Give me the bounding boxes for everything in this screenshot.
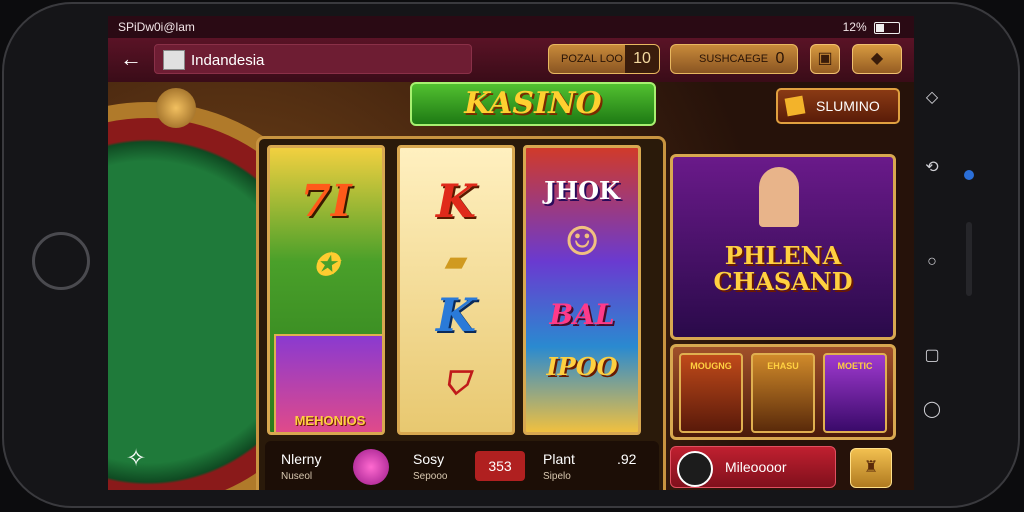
game-stage: ✧ KASINO SLUMINO 7I ✪ MEHONIOS K ▰ K ⛉ J… xyxy=(108,82,914,490)
balance-value: 10 xyxy=(625,45,659,73)
mini-game-tile[interactable]: EHASU xyxy=(751,353,815,433)
reel3-symbol-top: JHOK xyxy=(544,176,620,205)
reel1-portrait: MEHONIOS xyxy=(274,334,382,432)
home-nav-icon[interactable]: ○ xyxy=(922,252,942,272)
balance-pill[interactable]: POZAL LOO 10 xyxy=(548,44,660,74)
reel2-symbol-bottom: K xyxy=(436,288,476,342)
bet-item5-value: .92 xyxy=(617,451,637,467)
chip-icon[interactable] xyxy=(353,449,389,485)
coins-pill[interactable]: SUSHCAEGE 0 xyxy=(670,44,798,74)
promo-panel[interactable]: PHLENA CHASAND xyxy=(670,154,896,340)
status-right: 12% xyxy=(843,20,900,34)
settings-icon[interactable]: ◆ xyxy=(852,44,902,74)
dealer-avatar xyxy=(759,167,799,227)
share-icon[interactable]: ⟲ xyxy=(922,158,942,178)
power-icon[interactable]: ◯ xyxy=(922,400,942,420)
crown-icon[interactable]: ♜ xyxy=(850,448,892,488)
side-nav-bar: ◇ ⟲ ○ ▢ ◯ xyxy=(912,0,952,512)
status-left-text: SPiDw0i@lam xyxy=(118,20,195,34)
app-screen: SPiDw0i@lam 12% ← Indandesia POZAL LOO 1… xyxy=(108,16,914,490)
arrow-left-icon[interactable]: ← xyxy=(120,48,142,70)
reel3-symbol-bottom: IPOO xyxy=(546,352,618,381)
kasino-logo: KASINO xyxy=(410,82,656,126)
bet-item4-sub: Sipelo xyxy=(543,471,571,482)
balance-label: POZAL LOO xyxy=(561,53,623,65)
reel-2[interactable]: K ▰ K ⛉ xyxy=(397,145,515,435)
coin-icon: ✪ xyxy=(313,248,339,283)
bet-bar: Nlerny Nuseol Sosy Sepooo 353 Plant Sipe… xyxy=(265,441,659,490)
shop-button[interactable]: SLUMINO xyxy=(776,88,900,124)
mini-game-tile[interactable]: MOUGNG xyxy=(679,353,743,433)
side-speaker xyxy=(966,222,972,296)
flag-icon xyxy=(163,50,185,70)
camera-dot xyxy=(964,170,974,180)
reel1-portrait-label: MEHONIOS xyxy=(294,413,366,428)
promo-title: PHLENA CHASAND xyxy=(713,241,853,296)
wheel-knob xyxy=(156,88,196,128)
player-button[interactable]: Mileoooor xyxy=(670,446,836,488)
bet-item1-sub: Nuseol xyxy=(281,471,313,482)
coins-value: 0 xyxy=(775,50,785,67)
ticket-icon xyxy=(784,95,806,117)
gift-icon[interactable]: ▣ xyxy=(810,44,840,74)
reel-1[interactable]: 7I ✪ MEHONIOS xyxy=(267,145,385,435)
rotate-icon[interactable]: ◇ xyxy=(922,88,942,108)
bet-item2-title: Sosy xyxy=(413,451,445,467)
home-button[interactable] xyxy=(32,232,90,290)
player-avatar xyxy=(677,451,713,487)
sparkle-icon[interactable]: ✧ xyxy=(126,444,146,473)
gold-bar-icon: ▰ xyxy=(444,244,468,279)
reel-3[interactable]: JHOK ☺ BAL IPOO xyxy=(523,145,641,435)
slot-machine: 7I ✪ MEHONIOS K ▰ K ⛉ JHOK ☺ BAL IPOO Nl… xyxy=(256,136,666,490)
search-field[interactable]: Indandesia xyxy=(154,44,472,74)
bet-item4-title: Plant xyxy=(543,451,575,467)
shop-button-label: SLUMINO xyxy=(816,98,880,114)
player-name: Mileoooor xyxy=(725,459,787,475)
reel2-symbol-top: K xyxy=(436,174,476,228)
mini-game-tile[interactable]: MOETIC xyxy=(823,353,887,433)
search-value: Indandesia xyxy=(191,52,265,69)
coins-label: SUSHCAEGE xyxy=(699,53,769,65)
reel3-symbol-mid: BAL xyxy=(549,298,615,331)
bet-item2-sub: Sepooo xyxy=(413,471,448,482)
header-bar: ← Indandesia POZAL LOO 10 SUSHCAEGE 0 ▣ … xyxy=(108,38,914,82)
face-icon: ☺ xyxy=(564,218,600,265)
recents-icon[interactable]: ▢ xyxy=(922,346,942,366)
status-bar: SPiDw0i@lam 12% xyxy=(108,16,914,38)
battery-percent: 12% xyxy=(842,20,867,34)
bet-amount-box[interactable]: 353 xyxy=(475,451,525,481)
battery-icon xyxy=(874,21,900,34)
bet-item1-title: Nlerny xyxy=(281,451,322,467)
mini-games-panel: MOUGNG EHASU MOETIC xyxy=(670,344,896,440)
shield-icon: ⛉ xyxy=(443,364,468,402)
reel1-symbol-top: 7I xyxy=(300,176,352,227)
